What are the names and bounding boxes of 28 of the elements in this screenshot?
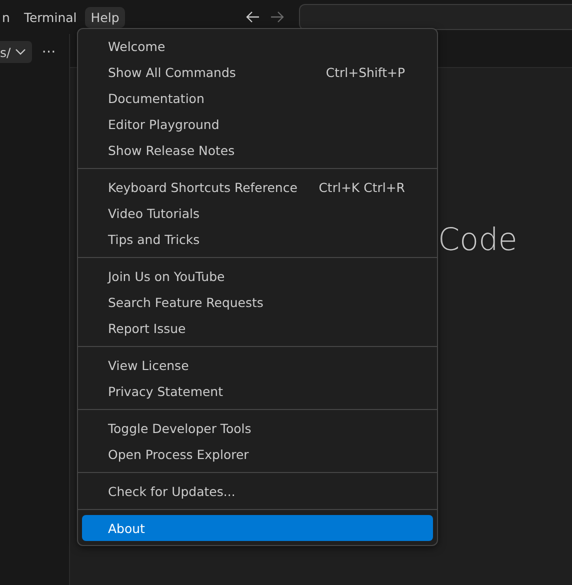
menu-item[interactable]: View License [82,352,433,378]
menu-item[interactable]: Welcome [82,33,433,59]
menu-item[interactable]: Documentation [82,85,433,111]
menu-item[interactable]: Terminal [18,6,83,28]
menu-item[interactable]: Privacy Statement [82,378,433,404]
menu-item[interactable]: Video Tutorials [82,200,433,226]
menu-item[interactable]: Editor Playground [82,111,433,137]
more-actions-button[interactable]: ⋯ [42,44,56,60]
menu-item[interactable]: Check for Updates... [82,478,433,504]
menu-item[interactable]: Show Release Notes [82,137,433,163]
menu-item[interactable]: Join Us on YouTube [82,263,433,289]
menu-item[interactable]: Search Feature Requests [82,289,433,315]
chevron-down-icon [14,48,26,56]
search-field[interactable] [299,4,572,30]
keyboard-shortcut: Ctrl+Shift+P [326,64,405,80]
welcome-heading: Code [438,222,518,258]
menu-item[interactable]: Help [84,6,126,28]
menu-item[interactable]: n [0,6,16,28]
menu-item[interactable]: Toggle Developer Tools [82,415,433,441]
menu-item[interactable]: Open Process Explorer [82,441,433,467]
keyboard-shortcut: Ctrl+K Ctrl+R [318,180,405,194]
menu-item[interactable]: Keyboard Shortcuts Reference Ctrl+K Ctrl+R [82,174,433,200]
menu-item[interactable]: Show All Commands Ctrl+Shift+P [82,59,433,85]
folder-dropdown[interactable]: s/ [0,41,32,63]
back-arrow-icon[interactable] [245,9,262,25]
menu-item[interactable]: Report Issue [82,315,433,341]
menu-item[interactable]: About [82,515,433,541]
menu-item[interactable]: Tips and Tricks [82,226,433,252]
